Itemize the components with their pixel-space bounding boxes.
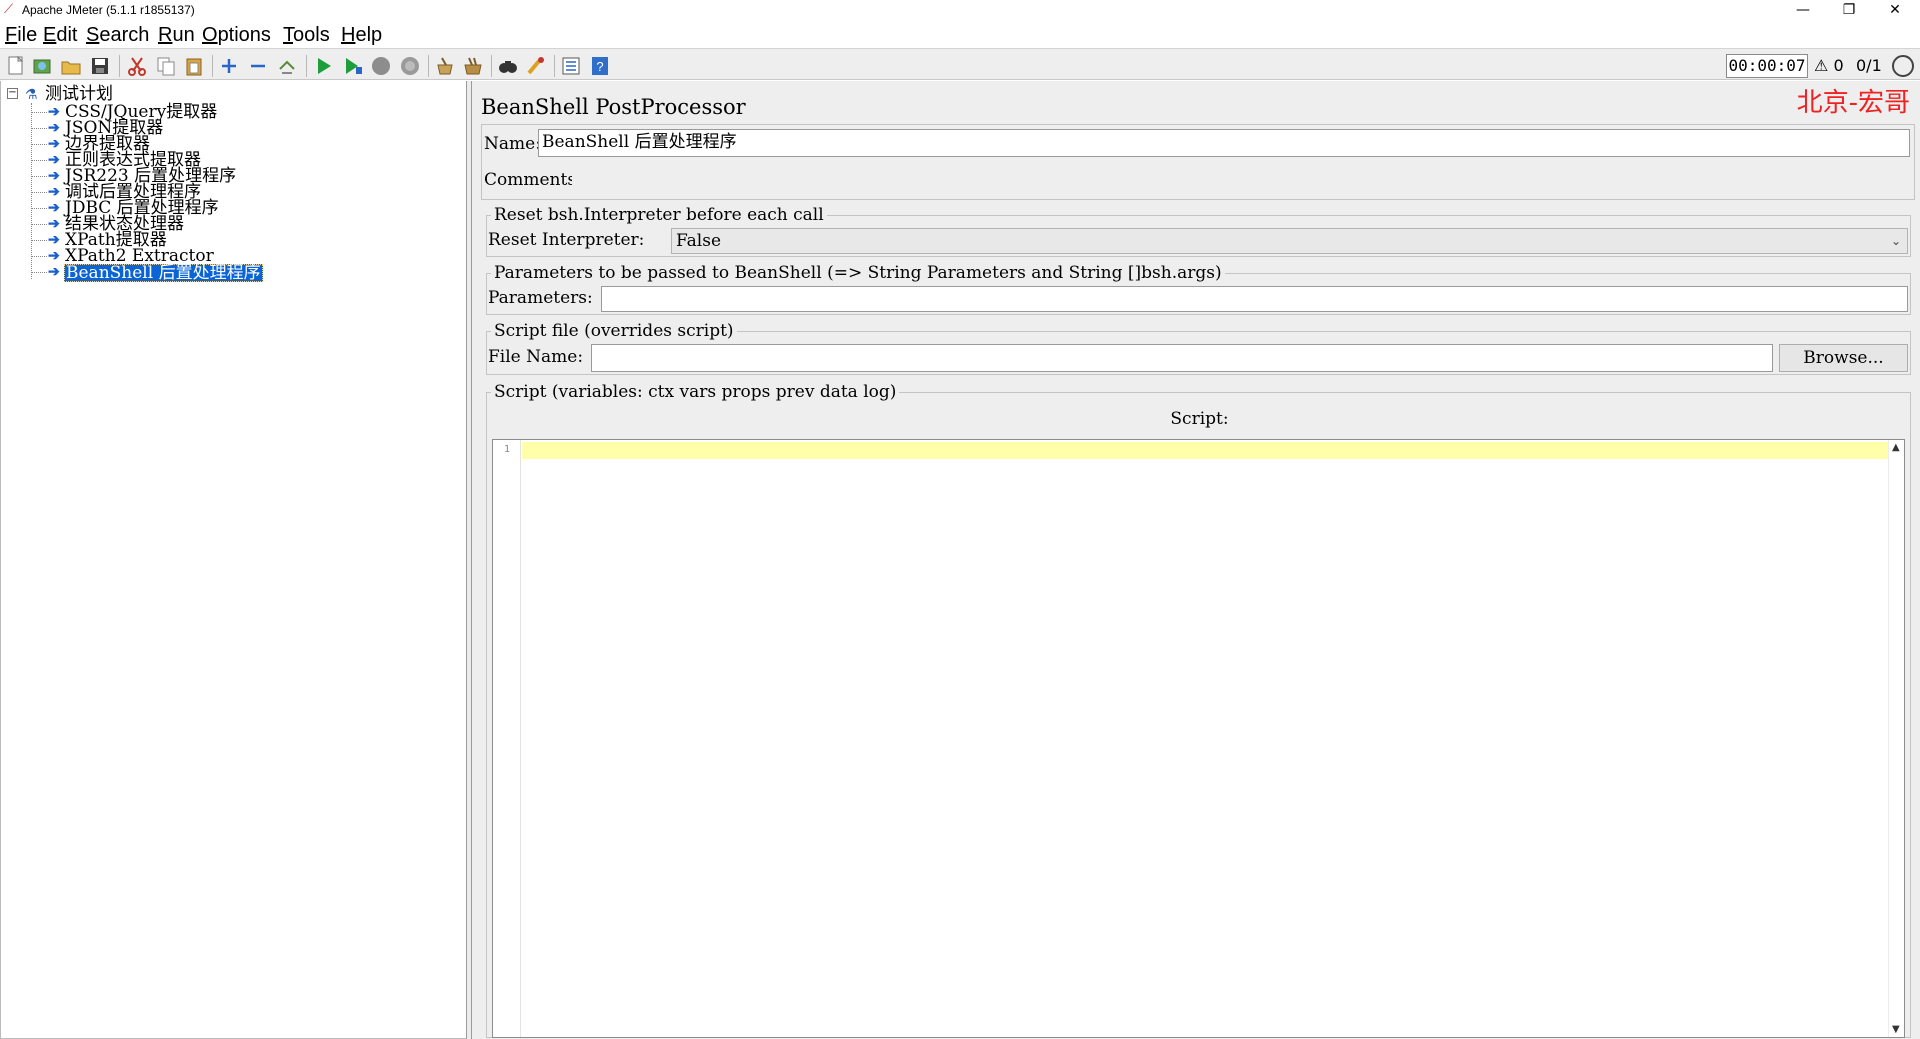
close-button[interactable]: ✕ (1872, 0, 1918, 22)
elapsed-time: 00:00:07 (1726, 54, 1808, 78)
name-field[interactable]: BeanShell 后置处理程序 (538, 129, 1910, 157)
postprocessor-icon: ➔ (48, 104, 60, 120)
toolbar-separator (491, 55, 492, 77)
toggle-icon[interactable] (276, 55, 298, 77)
shutdown-icon[interactable] (399, 55, 421, 77)
comments-field[interactable] (572, 165, 1910, 195)
postprocessor-icon: ➔ (48, 168, 60, 184)
jmeter-feather-icon: ⟋ (4, 2, 14, 17)
minimize-button[interactable]: — (1780, 0, 1826, 22)
script-file-group: Script file (overrides script) File Name… (486, 320, 1911, 375)
vertical-scrollbar[interactable]: ▲ ▼ (1888, 440, 1904, 1037)
help-icon[interactable]: ? (589, 55, 611, 77)
scroll-up-icon[interactable]: ▲ (1892, 442, 1900, 453)
postprocessor-icon: ➔ (48, 216, 60, 232)
name-comments-section: Name: BeanShell 后置处理程序 Comments: (481, 124, 1915, 200)
menu-edit[interactable]: Edit (43, 24, 77, 46)
postprocessor-icon: ➔ (48, 200, 60, 216)
restore-button[interactable]: ❐ (1826, 0, 1872, 22)
toolbar-separator (119, 55, 120, 77)
menu-tools[interactable]: Tools (283, 24, 330, 46)
warning-count[interactable]: ⚠ 0 (1814, 55, 1844, 77)
parameters-label: Parameters: (488, 288, 593, 308)
reset-interpreter-select[interactable]: False ⌄ (671, 228, 1908, 254)
collapse-icon[interactable] (247, 55, 269, 77)
script-group-title: Script (variables: ctx vars props prev d… (491, 381, 900, 403)
file-name-label: File Name: (488, 347, 584, 367)
panel-title: BeanShell PostProcessor (481, 95, 746, 119)
script-file-group-title: Script file (overrides script) (491, 320, 737, 342)
parameters-group: Parameters to be passed to BeanShell (=>… (486, 262, 1911, 315)
cut-icon[interactable] (126, 55, 148, 77)
templates-icon[interactable] (31, 55, 53, 77)
test-plan-icon: ⚗ (25, 87, 38, 103)
warning-icon: ⚠ (1814, 56, 1829, 75)
save-icon[interactable] (89, 55, 111, 77)
script-editor[interactable]: 1 ▲ ▼ (492, 439, 1905, 1038)
toolbar-separator (306, 55, 307, 77)
stop-icon[interactable] (370, 55, 392, 77)
postprocessor-icon: ➔ (48, 136, 60, 152)
start-icon[interactable] (313, 55, 335, 77)
toolbar-separator (428, 55, 429, 77)
copy-icon[interactable] (155, 55, 177, 77)
clear-icon[interactable] (434, 55, 456, 77)
toolbar-separator (554, 55, 555, 77)
expand-icon[interactable] (218, 55, 240, 77)
menu-run[interactable]: Run (158, 24, 195, 46)
comments-label: Comments: (484, 170, 582, 190)
function-helper-icon[interactable] (560, 55, 582, 77)
line-number-gutter: 1 (493, 440, 521, 1037)
open-icon[interactable] (60, 55, 82, 77)
search-icon[interactable] (497, 55, 519, 77)
file-name-input[interactable] (591, 344, 1773, 372)
menu-bar: File Edit Search Run Options Tools Help (0, 22, 1920, 48)
menu-file[interactable]: File (5, 24, 37, 46)
element-editor: BeanShell PostProcessor 北京-宏哥 Name: Bean… (472, 81, 1920, 1039)
menu-options[interactable]: Options (202, 24, 271, 46)
parameters-group-title: Parameters to be passed to BeanShell (=>… (491, 262, 1225, 284)
reset-interpreter-label: Reset Interpreter: (488, 230, 645, 250)
new-icon[interactable] (5, 55, 27, 77)
menu-help[interactable]: Help (341, 24, 382, 46)
postprocessor-icon: ➔ (48, 232, 60, 248)
line-number: 1 (503, 444, 510, 455)
postprocessor-icon: ➔ (48, 184, 60, 200)
start-no-pauses-icon[interactable] (342, 55, 364, 77)
paste-icon[interactable] (183, 55, 205, 77)
watermark-text: 北京-宏哥 (1796, 88, 1910, 118)
reset-interpreter-group: Reset bsh.Interpreter before each call R… (486, 204, 1911, 257)
clear-all-icon[interactable] (462, 55, 484, 77)
postprocessor-icon: ➔ (48, 248, 60, 264)
name-label: Name: (484, 134, 541, 154)
current-line-highlight (522, 442, 1888, 459)
reset-search-icon[interactable] (525, 55, 547, 77)
toolbar: ? 00:00:07 ⚠ 0 0/1 (0, 48, 1920, 80)
postprocessor-icon: ➔ (48, 264, 60, 280)
tree-root-label[interactable]: 测试计划 (45, 85, 113, 103)
postprocessor-icon: ➔ (48, 152, 60, 168)
toolbar-separator (212, 55, 213, 77)
browse-button[interactable]: Browse... (1779, 344, 1908, 372)
test-plan-tree: − ⚗ 测试计划 ➔ CSS/JQuery提取器 ➔ JSON提取器 ➔ 边界提取器 … (0, 81, 467, 1039)
menu-search[interactable]: Search (86, 24, 149, 46)
parameters-input[interactable] (601, 286, 1908, 312)
title-bar: ⟋ Apache JMeter (5.1.1 r1855137) — ❐ ✕ (0, 0, 1920, 22)
script-group: Script (variables: ctx vars props prev d… (486, 381, 1911, 1038)
collapse-toggle-icon[interactable]: − (7, 88, 18, 99)
tree-connector (31, 103, 32, 279)
scroll-down-icon[interactable]: ▼ (1892, 1024, 1900, 1035)
remote-status-icon (1892, 55, 1914, 77)
svg-text:?: ? (596, 59, 603, 74)
chevron-down-icon: ⌄ (1890, 234, 1901, 248)
active-threads: 0/1 (1856, 56, 1882, 75)
reset-group-title: Reset bsh.Interpreter before each call (491, 204, 827, 226)
script-label: Script: (1170, 409, 1229, 429)
window-title: Apache JMeter (5.1.1 r1855137) (22, 3, 195, 17)
postprocessor-icon: ➔ (48, 120, 60, 136)
